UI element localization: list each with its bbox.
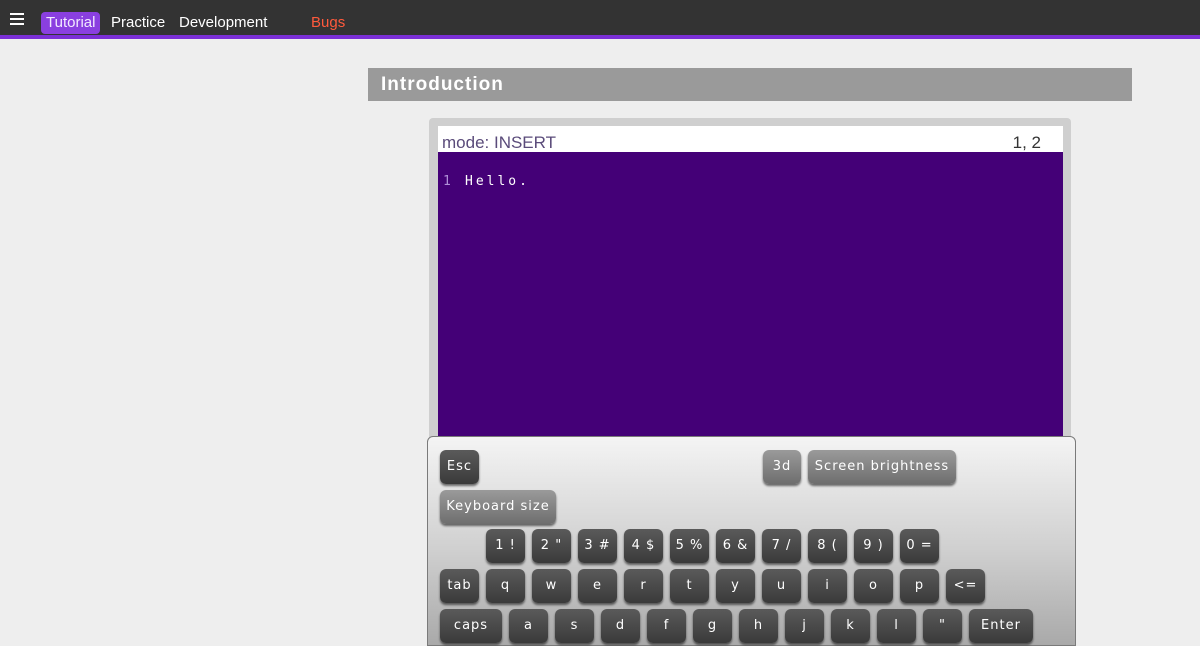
key-1[interactable]: 1 ! (486, 529, 525, 563)
key-w[interactable]: w (532, 569, 571, 603)
key-o[interactable]: o (854, 569, 893, 603)
section-title: Introduction (381, 74, 504, 95)
key-caps[interactable]: caps (440, 609, 502, 643)
key-4[interactable]: 4 $ (624, 529, 663, 563)
key-9[interactable]: 9 ) (854, 529, 893, 563)
key-backspace[interactable]: <= (946, 569, 985, 603)
key-tab[interactable]: tab (440, 569, 479, 603)
key-esc[interactable]: Esc (440, 450, 479, 484)
line-text: Hello. (465, 174, 530, 189)
key-3[interactable]: 3 # (578, 529, 617, 563)
key-i[interactable]: i (808, 569, 847, 603)
key-p[interactable]: p (900, 569, 939, 603)
key-5[interactable]: 5 % (670, 529, 709, 563)
editor-text-area[interactable]: 1 Hello. (438, 152, 1063, 442)
keyboard-size-button[interactable]: Keyboard size (440, 490, 556, 524)
key-k[interactable]: k (831, 609, 870, 643)
key-l[interactable]: l (877, 609, 916, 643)
key-7[interactable]: 7 / (762, 529, 801, 563)
key-e[interactable]: e (578, 569, 617, 603)
key-8[interactable]: 8 ( (808, 529, 847, 563)
nav-practice[interactable]: Practice (111, 12, 165, 34)
key-enter[interactable]: Enter (969, 609, 1033, 643)
cursor-position: 1, 2 (1012, 133, 1041, 152)
key-u[interactable]: u (762, 569, 801, 603)
nav-bugs[interactable]: Bugs (311, 12, 345, 34)
screen-brightness-button[interactable]: Screen brightness (808, 450, 956, 484)
key-g[interactable]: g (693, 609, 732, 643)
key-r[interactable]: r (624, 569, 663, 603)
mode-indicator: mode: INSERT (442, 133, 557, 152)
key-6[interactable]: 6 & (716, 529, 755, 563)
line-number: 1 (443, 174, 451, 189)
key-0[interactable]: 0 = (900, 529, 939, 563)
key-quote[interactable]: " (923, 609, 962, 643)
key-t[interactable]: t (670, 569, 709, 603)
nav-tutorial[interactable]: Tutorial (41, 12, 101, 34)
hamburger-menu-icon[interactable] (10, 13, 24, 25)
key-f[interactable]: f (647, 609, 686, 643)
key-d[interactable]: d (601, 609, 640, 643)
key-2[interactable]: 2 " (532, 529, 571, 563)
editor-status-bar: mode: INSERT 1, 2 (438, 126, 1063, 152)
top-nav-bar: Tutorial Practice Development Bugs (0, 0, 1200, 39)
on-screen-keyboard: Esc 3d Screen brightness Keyboard size 1… (427, 436, 1076, 646)
key-y[interactable]: y (716, 569, 755, 603)
key-q[interactable]: q (486, 569, 525, 603)
nav-development[interactable]: Development (179, 12, 267, 34)
section-header: Introduction (368, 68, 1132, 101)
key-h[interactable]: h (739, 609, 778, 643)
key-a[interactable]: a (509, 609, 548, 643)
key-s[interactable]: s (555, 609, 594, 643)
key-j[interactable]: j (785, 609, 824, 643)
key-3d-toggle[interactable]: 3d (763, 450, 801, 484)
